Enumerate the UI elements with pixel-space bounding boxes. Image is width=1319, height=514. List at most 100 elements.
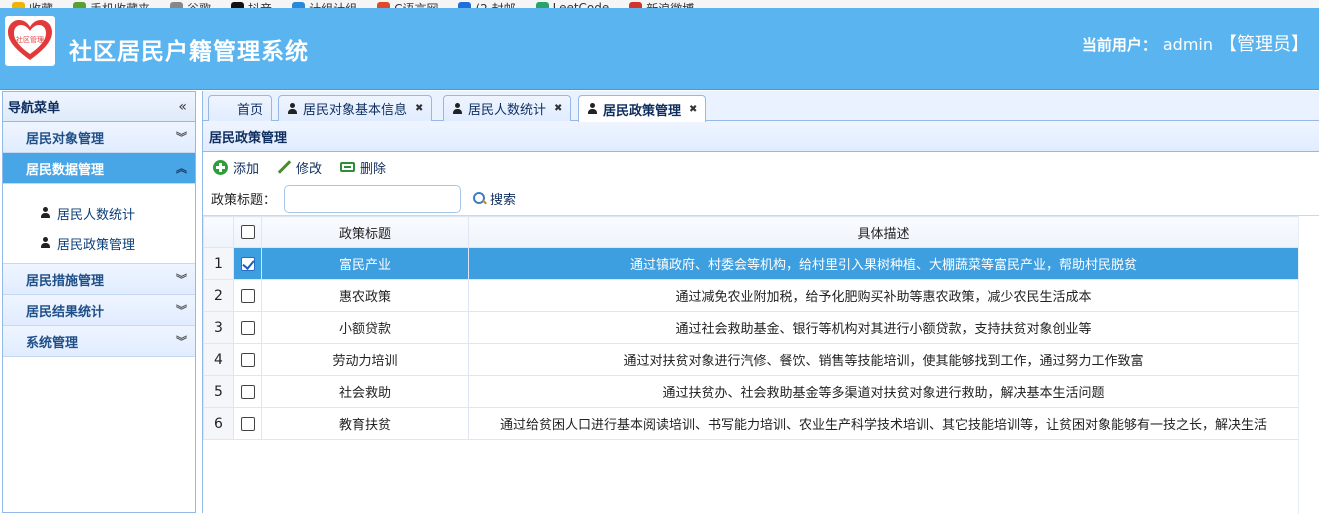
row-number: 2 [203, 279, 234, 312]
tab-label: 居民对象基本信息 [303, 103, 408, 118]
row-number: 6 [203, 407, 234, 440]
bookmark-label: LeetCode [552, 1, 610, 8]
row-checkbox-cell [233, 247, 262, 280]
sidebar-section-3[interactable]: 居民措施管理 ︾ [3, 264, 195, 295]
policy-title-cell: 教育扶贫 [261, 407, 469, 440]
policy-title-search-input[interactable] [284, 184, 462, 213]
row-checkbox[interactable] [240, 416, 255, 431]
row-checkbox-cell [233, 311, 262, 344]
tab-strip: 首页 居民对象基本信息 ✖ 居民人数统计 ✖ 居民政策管理 ✖ [203, 91, 1319, 122]
person-icon [40, 207, 51, 219]
sidebar-item-1[interactable]: 居民人数统计 [3, 198, 195, 228]
chevron-down-icon: ︾ [176, 273, 187, 286]
close-tab-icon[interactable]: ✖ [689, 104, 697, 115]
policy-desc-cell: 通过镇政府、村委会等机构，给村里引入果树种植、大棚蔬菜等富民产业，帮助村民脱贫 [468, 247, 1299, 280]
chevron-down-icon: ︾ [176, 304, 187, 317]
policy-desc-cell: 通过社会救助基金、银行等机构对其进行小额贷款，支持扶贫对象创业等 [468, 311, 1299, 344]
sidebar-section-5[interactable]: 系统管理 ︾ [3, 326, 195, 357]
bookmark-item[interactable]: C语言网 [377, 0, 438, 8]
bookmark-item[interactable]: 手机收藏夹 [73, 0, 150, 8]
bookmark-item[interactable]: 收藏 [12, 0, 53, 8]
table-row[interactable]: 2 惠农政策 通过减免农业附加税，给予化肥购买补助等惠农政策，减少农民生活成本 [203, 279, 1299, 312]
close-tab-icon[interactable]: ✖ [415, 103, 423, 114]
policy-desc-cell: 通过给贫困人口进行基本阅读培训、书写能力培训、农业生产科学技术培训、其它技能培训… [468, 407, 1299, 440]
bookmark-item[interactable]: (2 封邮 [458, 0, 516, 9]
row-checkbox[interactable] [240, 384, 255, 399]
row-checkbox-cell [233, 407, 262, 440]
bookmark-item[interactable]: 抖音 [231, 0, 272, 8]
bookmark-label: C语言网 [394, 0, 438, 9]
search-label: 政策标题： [211, 193, 277, 208]
add-label: 添加 [233, 161, 260, 177]
tab-1[interactable]: 首页 [208, 95, 273, 121]
row-number-header [203, 216, 234, 248]
table-row[interactable]: 4 劳动力培训 通过对扶贫对象进行汽修、餐饮、销售等技能培训，使其能够找到工作，通过… [203, 343, 1299, 376]
tab-label: 首页 [237, 103, 264, 118]
select-all-cell [233, 216, 262, 248]
bookmark-item[interactable]: 谷歌 [170, 0, 211, 8]
row-checkbox[interactable] [240, 256, 255, 271]
panel-title: 居民政策管理 [203, 121, 1319, 152]
bookmark-item[interactable]: 新浪微博 [629, 0, 694, 8]
sidebar-item-2[interactable]: 居民政策管理 [3, 228, 195, 258]
row-number: 1 [203, 247, 234, 280]
tab-label: 居民人数统计 [468, 103, 547, 118]
table-row[interactable]: 3 小额贷款 通过社会救助基金、银行等机构对其进行小额贷款，支持扶贫对象创业等 [203, 311, 1299, 344]
sidebar-section-4[interactable]: 居民结果统计 ︾ [3, 295, 195, 326]
add-icon [213, 159, 228, 175]
grid-scrollbar[interactable] [1298, 216, 1319, 514]
sidebar-section-2[interactable]: 居民数据管理 ︽ [3, 153, 195, 184]
policy-title-cell: 社会救助 [261, 375, 469, 408]
tab-4[interactable]: 居民政策管理 ✖ [578, 95, 707, 122]
delete-button[interactable]: 删除 [340, 158, 386, 177]
table-row[interactable]: 5 社会救助 通过扶贫办、社会救助基金等多渠道对扶贫对象进行救助，解决基本生活问题 [203, 375, 1299, 408]
row-checkbox[interactable] [240, 320, 255, 335]
row-checkbox-cell [233, 279, 262, 312]
sidebar-section-body: 居民人数统计居民政策管理 [3, 184, 195, 264]
current-user: 当前用户： admin 【管理员】 [1082, 30, 1309, 56]
chevron-down-icon: ︾ [176, 335, 187, 348]
sidebar-section-1[interactable]: 居民对象管理 ︾ [3, 122, 195, 153]
table-row[interactable]: 6 教育扶贫 通过给贫困人口进行基本阅读培训、书写能力培训、农业生产科学技术培训、其… [203, 407, 1299, 440]
policy-grid: 政策标题 具体描述 1 富民产业 通过镇政府、村委会等机构，给村里引入果树种植、大棚… [203, 215, 1319, 514]
edit-label: 修改 [296, 161, 323, 177]
bookmark-item[interactable]: LeetCode [535, 0, 610, 8]
bookmark-label: 手机收藏夹 [90, 0, 150, 9]
select-all-checkbox[interactable] [240, 225, 255, 239]
tab-2[interactable]: 居民对象基本信息 ✖ [278, 95, 433, 121]
current-user-label: 当前用户： [1081, 36, 1157, 54]
row-number: 4 [203, 343, 234, 376]
bookmark-label: (2 封邮 [475, 0, 515, 9]
bookmark-label: 新浪微博 [646, 0, 694, 9]
bookmarks-bar: 收藏 手机收藏夹 谷歌 抖音 计组计组 C语言网 (2 封邮 LeetCode 新浪微博 [0, 0, 1319, 8]
policy-desc-cell: 通过减免农业附加税，给予化肥购买补助等惠农政策，减少农民生活成本 [468, 279, 1299, 312]
search-button[interactable]: 搜索 [473, 189, 516, 208]
sidebar-item-label: 居民人数统计 [57, 207, 136, 223]
add-button[interactable]: 添加 [213, 158, 259, 177]
search-row: 政策标题： 搜索 [203, 182, 1319, 215]
app-logo: 社区管理 [5, 16, 55, 66]
close-tab-icon[interactable]: ✖ [554, 103, 562, 114]
policy-title-cell: 富民产业 [261, 247, 469, 280]
app-title: 社区居民户籍管理系统 [69, 39, 309, 65]
row-checkbox[interactable] [240, 288, 255, 303]
user-role: 【管理员】 [1219, 34, 1309, 55]
collapse-sidebar-icon[interactable]: « [178, 99, 187, 115]
column-header-title[interactable]: 政策标题 [261, 216, 469, 248]
row-checkbox[interactable] [240, 352, 255, 367]
bookmark-item[interactable]: 计组计组 [292, 0, 357, 8]
username: admin [1162, 35, 1213, 54]
column-header-desc[interactable]: 具体描述 [468, 216, 1299, 248]
toolbar: 添加 修改 删除 [203, 152, 1319, 182]
delete-icon [340, 162, 356, 172]
edit-button[interactable]: 修改 [277, 158, 322, 177]
table-row[interactable]: 1 富民产业 通过镇政府、村委会等机构，给村里引入果树种植、大棚蔬菜等富民产业，帮助… [203, 247, 1299, 280]
chevron-up-icon: ︽ [176, 162, 187, 175]
chevron-down-icon: ︾ [176, 131, 187, 144]
sidebar-section-label: 居民措施管理 [26, 273, 105, 289]
person-icon [287, 102, 298, 115]
search-button-label: 搜索 [490, 193, 517, 208]
sidebar-title: 导航菜单 [8, 101, 61, 116]
tab-3[interactable]: 居民人数统计 ✖ [443, 95, 572, 121]
sidebar-header: 导航菜单 « [3, 92, 195, 122]
